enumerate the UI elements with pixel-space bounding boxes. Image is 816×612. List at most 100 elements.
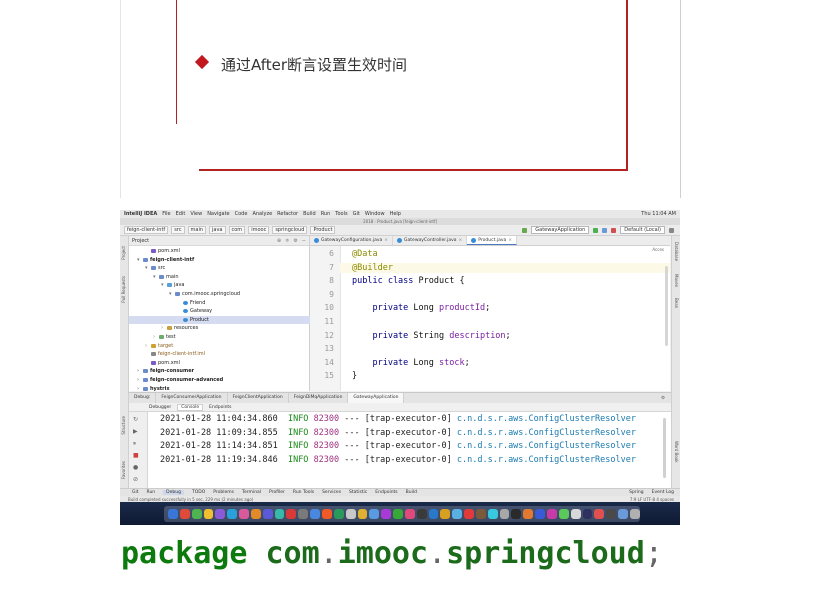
dock-app-icon[interactable] (381, 509, 392, 519)
menu-item[interactable]: Help (390, 211, 401, 217)
menu-item[interactable]: Edit (176, 211, 186, 217)
bean-validation-tool-label[interactable]: Bean (674, 298, 679, 308)
locate-icon[interactable]: ⊕ (277, 238, 281, 244)
dock-app-icon[interactable] (511, 509, 522, 519)
dock-app-icon[interactable] (428, 509, 439, 519)
dock-app-icon[interactable] (440, 509, 451, 519)
editor-tab[interactable]: GatewayConfiguration.java × (310, 236, 394, 245)
project-panel-title[interactable]: Project (132, 238, 149, 244)
bottom-tool-tab[interactable]: TODO (192, 490, 205, 495)
dock-app-icon[interactable] (416, 509, 427, 519)
chevron-right-icon[interactable]: › (137, 368, 141, 374)
pause-icon[interactable]: ⏸ (133, 440, 136, 448)
menu-item[interactable]: Refactor (277, 211, 298, 217)
breadcrumb-item[interactable]: java (209, 226, 226, 234)
bottom-tool-tab[interactable]: Problems (213, 490, 234, 495)
bottom-tool-tab[interactable]: Run (147, 490, 156, 495)
favorites-tool-label[interactable]: Favorites (121, 461, 126, 479)
chevron-right-icon[interactable]: › (137, 377, 141, 383)
stop-debug-icon[interactable]: ■ (133, 452, 139, 459)
dock-app-icon[interactable] (239, 509, 249, 519)
dock-app-icon[interactable] (286, 509, 297, 519)
menu-item[interactable]: File (162, 211, 170, 217)
dock-app-icon[interactable] (168, 509, 178, 519)
hide-icon[interactable]: − (302, 238, 306, 244)
menu-item[interactable]: Git (353, 211, 360, 217)
menu-item[interactable]: Build (303, 211, 316, 217)
tree-item[interactable]: Friend (177, 299, 205, 307)
gear-icon[interactable]: ⚙ (661, 396, 671, 401)
bottom-tool-tab[interactable]: Profiler (269, 490, 285, 495)
console-output[interactable]: 2021-01-28 11:04:34.860 INFO 82300 --- [… (148, 412, 671, 494)
bottom-right-tab[interactable]: Event Log (652, 490, 674, 495)
database-tool-label[interactable]: Database (674, 242, 679, 261)
breadcrumb-item[interactable]: imooc (248, 226, 270, 234)
dock-app-icon[interactable] (499, 509, 510, 519)
dock-app-icon[interactable] (475, 509, 486, 519)
menu-item[interactable]: Code (235, 211, 248, 217)
breadcrumb-item[interactable]: springcloud (272, 226, 308, 234)
run-icon[interactable] (593, 227, 599, 233)
code-line[interactable]: @Data (352, 249, 378, 259)
resume-icon[interactable]: ▶ (133, 428, 138, 435)
dock-app-icon[interactable] (452, 509, 463, 519)
menu-item[interactable]: View (190, 211, 202, 217)
menu-item[interactable]: IntelliJ IDEA (124, 211, 157, 217)
breadcrumb-item[interactable]: main (187, 226, 207, 234)
chevron-right-icon[interactable]: › (161, 325, 165, 331)
bottom-right-tab[interactable]: Spring (629, 490, 644, 495)
menu-item[interactable]: Run (321, 211, 331, 217)
run-tab[interactable]: GatewayApplication (348, 393, 405, 403)
tree-item[interactable]: feign-client-intf.iml (145, 350, 205, 358)
tree-item[interactable]: › feign-consumer-advanced (137, 376, 223, 384)
tree-item[interactable]: › test (153, 333, 176, 341)
dock-app-icon[interactable] (203, 509, 214, 519)
view-breakpoints-icon[interactable]: ● (133, 464, 138, 471)
bottom-tool-tab[interactable]: Debug (163, 490, 184, 495)
dock-app-icon[interactable] (582, 509, 593, 519)
bottom-tool-tab[interactable]: Endpoints (375, 490, 397, 495)
rerun-icon[interactable]: ↻ (133, 416, 138, 423)
tree-item[interactable]: pom.xml (145, 247, 180, 255)
code-line[interactable]: public class Product { (352, 276, 465, 286)
chevron-right-icon[interactable]: › (137, 386, 141, 392)
tree-item[interactable]: ▾ main (153, 273, 179, 281)
code-line[interactable]: @Builder (340, 262, 670, 273)
dock-app-icon[interactable] (487, 509, 498, 519)
dock-app-icon[interactable] (227, 509, 238, 519)
dock-app-icon[interactable] (393, 509, 403, 519)
close-icon[interactable]: × (459, 236, 463, 245)
code-line[interactable]: private String description; (352, 331, 510, 341)
dock-app-icon[interactable] (262, 509, 273, 519)
dock-app-icon[interactable] (357, 509, 368, 519)
chevron-down-icon[interactable]: ▾ (145, 265, 149, 271)
run-config-select[interactable]: GatewayApplication (531, 226, 590, 234)
chevron-right-icon[interactable]: › (153, 334, 157, 340)
code-line[interactable]: } (352, 371, 357, 381)
chevron-down-icon[interactable]: ▾ (169, 291, 173, 297)
collapse-icon[interactable]: ≑ (285, 238, 289, 244)
search-icon[interactable] (669, 227, 674, 233)
dock-app-icon[interactable] (191, 509, 202, 519)
editor-tab[interactable]: Product.java × (467, 236, 518, 245)
dock-app-icon[interactable] (404, 509, 415, 519)
run-tab[interactable]: FeignDiMqApplication (289, 393, 349, 403)
run-tab[interactable]: FeignConsumerApplication (156, 393, 228, 403)
breadcrumb-item[interactable]: Product (310, 226, 336, 234)
dock-app-icon[interactable] (333, 509, 344, 519)
menu-item[interactable]: Navigate (207, 211, 229, 217)
close-icon[interactable]: × (508, 236, 512, 245)
tree-item[interactable]: ▾ src (145, 264, 165, 272)
debug-icon[interactable] (602, 227, 608, 233)
tree-item[interactable]: ▾ feign-client-intf (137, 256, 194, 264)
menu-item[interactable]: Tools (335, 211, 347, 217)
breadcrumb-item[interactable]: feign-client-intf (124, 226, 169, 234)
bottom-tool-tab[interactable]: Statistic (349, 490, 367, 495)
pull-requests-tool-label[interactable]: Pull Requests (121, 276, 126, 303)
dock-app-icon[interactable] (618, 509, 628, 519)
project-tool-label[interactable]: Project (121, 246, 126, 260)
close-icon[interactable]: × (384, 236, 388, 245)
code-editor[interactable]: 6 7 8 9 10 11 12 13 14 15 @Data @Builder public cla… (310, 246, 670, 391)
dock-app-icon[interactable] (523, 509, 534, 519)
dock-app-icon[interactable] (321, 509, 332, 519)
